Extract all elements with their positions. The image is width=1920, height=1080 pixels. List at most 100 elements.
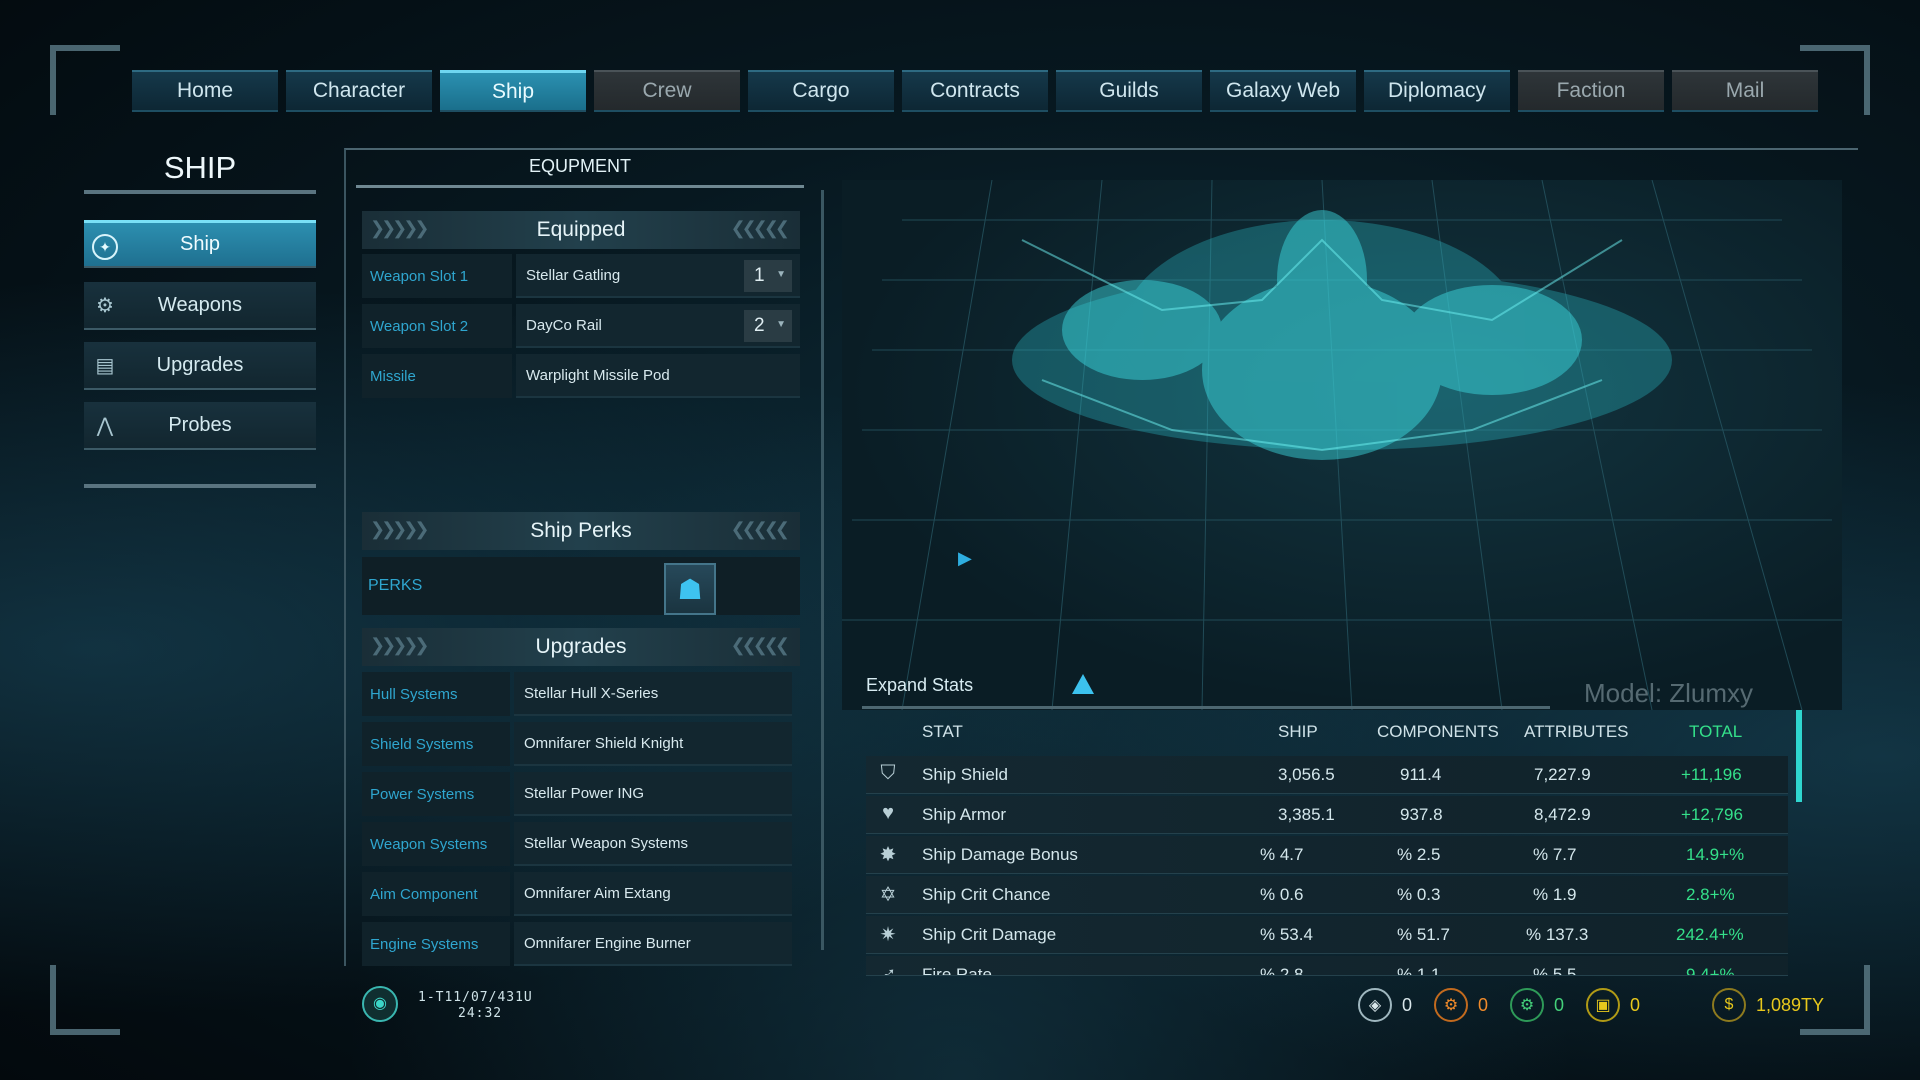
stat-attributes: % 137.3 [1526,925,1589,944]
stat-ship: 3,056.5 [1278,765,1335,784]
upgrade-label: Aim Component [362,872,510,916]
upgrade-row: Weapon Systems Stellar Weapon Systems [362,822,792,866]
stat-attributes: % 5.5 [1533,965,1577,976]
upgrade-row: Shield Systems Omnifarer Shield Knight [362,722,792,766]
frame-corner [50,965,120,1035]
upgrade-value[interactable]: Stellar Power ING [514,772,792,816]
tab-ship[interactable]: Ship [440,70,586,112]
armor-heart-icon: ♥ [882,802,894,824]
tab-crew[interactable]: Crew [594,70,740,112]
tab-home[interactable]: Home [132,70,278,112]
turret-icon: ⚙ [96,295,114,317]
cursor-icon: ▶ [958,548,972,568]
stat-components: 911.4 [1400,765,1442,784]
stat-ship: 3,385.1 [1278,805,1335,824]
upgrade-label: Power Systems [362,772,510,816]
slot-value[interactable]: Stellar Gatling 1 ▼ [516,254,800,298]
stat-name: Ship Crit Chance [922,885,1051,904]
stat-name: Fire Rate [922,965,992,976]
game-time: 24:32 [458,1006,503,1021]
frame-corner [50,45,120,115]
slot-value-text: DayCo Rail [526,316,602,334]
chevrons-icon: ❯❯❯❯❯ [370,519,429,539]
equip-slot-row: Missile Warplight Missile Pod [362,354,800,398]
ship-hologram-viewport[interactable] [842,180,1842,710]
currency-icon: $ [1712,988,1746,1022]
crate-yellow-icon: ▣ [1586,988,1620,1022]
resource-counter: ▣ 0 [1586,988,1640,1022]
equip-slot-row: Weapon Slot 2 DayCo Rail 2 ▼ [362,304,800,348]
col-attributes: ATTRIBUTES [1524,722,1629,741]
slot-label: Weapon Slot 2 [362,304,512,348]
upgrade-value[interactable]: Omnifarer Aim Extang [514,872,792,916]
stats-header: STAT SHIP COMPONENTS ATTRIBUTES TOTAL [866,714,1788,750]
upgrade-value[interactable]: Omnifarer Engine Burner [514,922,792,966]
divider [356,185,804,188]
stat-name: Ship Crit Damage [922,925,1057,944]
tab-cargo[interactable]: Cargo [748,70,894,112]
tab-faction[interactable]: Faction [1518,70,1664,112]
slot-number-dropdown[interactable]: 2 ▼ [744,310,792,342]
resource-value: 0 [1478,994,1489,1015]
stat-components: % 1.1 [1397,965,1441,976]
resource-value: 0 [1630,994,1641,1015]
tab-contracts[interactable]: Contracts [902,70,1048,112]
expand-arrow-icon[interactable] [1072,674,1094,694]
perk-slot-helmet-icon[interactable]: ☗ [664,563,716,615]
equip-slot-row: Weapon Slot 1 Stellar Gatling 1 ▼ [362,254,800,298]
slot-label: Weapon Slot 1 [362,254,512,298]
col-components: COMPONENTS [1377,722,1499,741]
status-bar: ◉ 1-T11/07/431U 24:32 ◈ 0 ⚙ 0 ⚙ 0 ▣ 0 $ … [352,984,1836,1028]
upgrade-row: Hull Systems Stellar Hull X-Series [362,672,792,716]
gear-orange-icon: ⚙ [1434,988,1468,1022]
tab-mail[interactable]: Mail [1672,70,1818,112]
stat-attributes: % 7.7 [1533,845,1577,864]
upgrade-value[interactable]: Omnifarer Shield Knight [514,722,792,766]
equipment-title: EQUPMENT [528,156,631,176]
resource-value: 0 [1554,994,1565,1015]
slot-value[interactable]: DayCo Rail 2 ▼ [516,304,800,348]
stat-attributes: 8,472.9 [1534,805,1591,824]
stats-scrollbar[interactable] [1796,710,1802,802]
damage-icon: ✸ [879,844,897,866]
crystal-icon: ◈ [1358,988,1392,1022]
sidebar-item-ship[interactable]: ✦ Ship [84,220,316,268]
crit-chance-icon: ✡ [879,884,897,906]
gear-green-icon: ⚙ [1510,988,1544,1022]
sidebar-item-probes[interactable]: ⋀ Probes [84,402,316,450]
sidebar-item-label: Probes [168,413,232,436]
slot-value[interactable]: Warplight Missile Pod [516,354,800,398]
crit-damage-icon: ✷ [879,924,897,946]
upgrade-row: Aim Component Omnifarer Aim Extang [362,872,792,916]
upgrade-value[interactable]: Stellar Hull X-Series [514,672,792,716]
slot-number-dropdown[interactable]: 1 ▼ [744,260,792,292]
stat-row: ✡ Ship Crit Chance % 0.6 % 0.3 % 1.9 2.8… [866,876,1788,914]
chevrons-icon: ❮❮❮❮❮ [730,218,790,238]
slot-number: 2 [754,315,765,336]
stat-components: 937.8 [1400,805,1443,824]
sidebar-title: SHIP [163,150,237,185]
perks-row: PERKS ☗ [362,557,800,615]
tab-galaxy-web[interactable]: Galaxy Web [1210,70,1356,112]
stat-total: 242.4+% [1676,925,1744,944]
expand-stats-label[interactable]: Expand Stats [866,675,973,696]
sidebar-item-upgrades[interactable]: ▤ Upgrades [84,342,316,390]
stat-row: ⛉ Ship Shield 3,056.5 911.4 7,227.9 +11,… [866,756,1788,794]
stat-ship: % 2.8 [1260,965,1304,976]
tab-diplomacy[interactable]: Diplomacy [1364,70,1510,112]
game-date: 1-T11/07/431U [418,990,533,1005]
game-datetime: 1-T11/07/431U 24:32 [418,990,533,1022]
divider [84,190,316,194]
stat-ship: % 53.4 [1260,925,1313,944]
tab-character[interactable]: Character [286,70,432,112]
stat-total: +11,196 [1681,765,1742,784]
upgrade-label: Weapon Systems [362,822,510,866]
stat-components: % 51.7 [1397,925,1450,944]
sidebar-item-weapons[interactable]: ⚙ Weapons [84,282,316,330]
chevron-down-icon: ▼ [776,269,786,280]
tab-guilds[interactable]: Guilds [1056,70,1202,112]
stat-row: ✸ Ship Damage Bonus % 4.7 % 2.5 % 7.7 14… [866,836,1788,874]
upgrade-value[interactable]: Stellar Weapon Systems [514,822,792,866]
upgrade-label: Engine Systems [362,922,510,966]
sidebar-item-label: Upgrades [156,353,244,376]
